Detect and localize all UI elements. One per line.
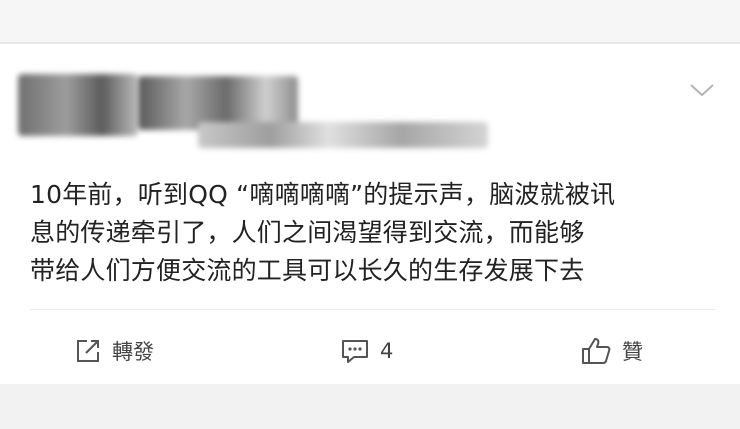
divider <box>30 309 716 310</box>
blurred-user-info <box>18 66 528 156</box>
thumbs-up-icon <box>580 336 612 366</box>
post-text-line: 10年前，听到QQ “嘀嘀嘀嘀”的提示声，脑波就被讯 <box>30 180 616 209</box>
blurred-avatar <box>18 74 138 136</box>
comment-bubble-icon <box>340 337 370 365</box>
post-body: 10年前，听到QQ “嘀嘀嘀嘀”的提示声，脑波就被讯 息的传递牵引了，人们之间渴… <box>30 176 720 290</box>
post-text-line: 息的传递牵引了，人们之间渴望得到交流，而能够 <box>30 218 585 247</box>
post-card: 10年前，听到QQ “嘀嘀嘀嘀”的提示声，脑波就被讯 息的传递牵引了，人们之间渴… <box>0 43 740 385</box>
repost-button[interactable]: 轉發 <box>74 329 154 373</box>
post-text-line: 带给人们方便交流的工具可以长久的生存发展下去 <box>30 256 585 285</box>
comment-button[interactable]: 4 <box>340 329 393 373</box>
like-label: 贊 <box>622 340 643 364</box>
top-separator-band <box>0 0 740 43</box>
blurred-name-part <box>198 122 488 148</box>
chevron-down-icon[interactable] <box>686 74 718 106</box>
bottom-separator-band <box>0 384 740 429</box>
post-actions-bar: 轉發 4 贊 <box>0 329 740 373</box>
repost-label: 轉發 <box>112 340 154 364</box>
comment-count: 4 <box>380 339 394 363</box>
share-edit-icon <box>74 337 102 365</box>
like-button[interactable]: 贊 <box>580 329 643 373</box>
